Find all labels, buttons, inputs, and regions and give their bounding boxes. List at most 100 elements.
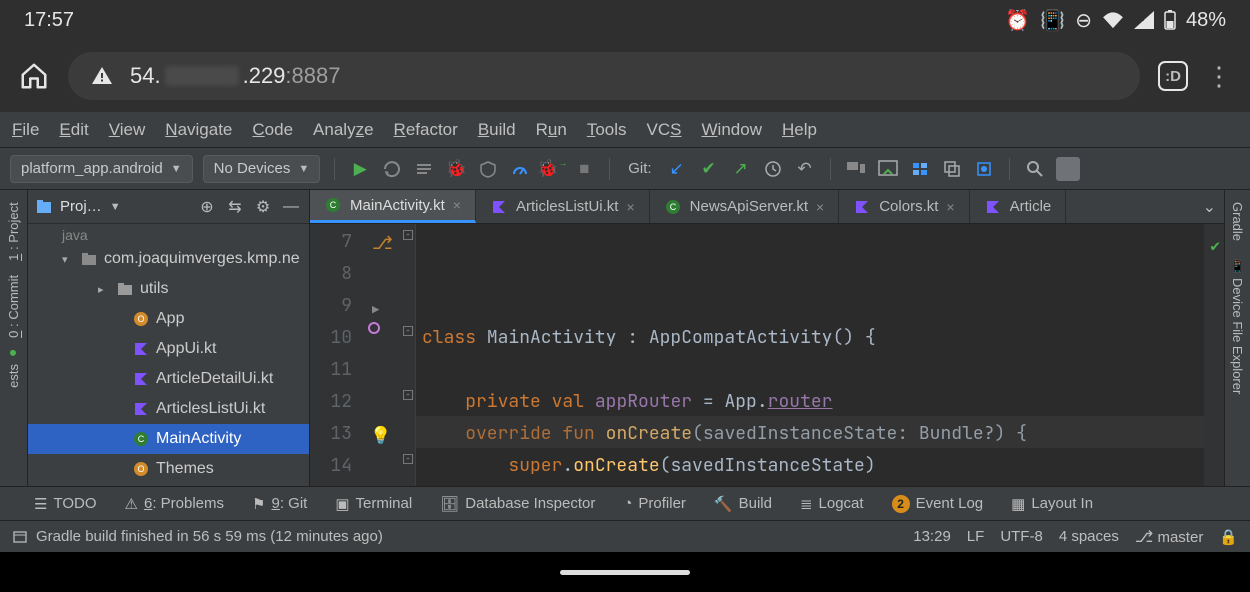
tree-row-articledetailui-kt[interactable]: ArticleDetailUi.kt [28, 364, 309, 394]
override-gutter-icon[interactable] [368, 322, 380, 334]
account-avatar-button[interactable] [1056, 157, 1080, 181]
tool-tab-commit[interactable]: 0: Commit [4, 269, 23, 362]
bottom-tab-9-git[interactable]: ⚑9: Git [252, 495, 307, 513]
menu-file[interactable]: File [12, 120, 39, 140]
intention-bulb-icon[interactable]: 💡 [370, 420, 391, 452]
code-line[interactable]: super.onCreate(savedInstanceState) [422, 450, 1204, 482]
fold-toggle[interactable]: − [403, 454, 413, 464]
bottom-tab-profiler[interactable]: ◔Profiler [623, 495, 686, 513]
fold-toggle[interactable]: − [403, 390, 413, 400]
tree-row-themes[interactable]: OThemes [28, 454, 309, 484]
tool-tab-gradle[interactable]: Gradle [1228, 196, 1247, 247]
menu-analyze[interactable]: Analyze [313, 120, 374, 140]
avd-manager-button[interactable] [845, 158, 867, 180]
scroll-from-source-button[interactable]: ⊕ [197, 197, 217, 217]
code-content[interactable]: class MainActivity : AppCompatActivity()… [416, 224, 1204, 486]
tree-row-articleslistui-kt[interactable]: ArticlesListUi.kt [28, 394, 309, 424]
profile-button[interactable] [509, 158, 531, 180]
editor-tab-colors-kt[interactable]: Colors.kt× [839, 190, 969, 223]
debug-button[interactable]: 🐞 [445, 158, 467, 180]
tab-close-button[interactable]: × [946, 199, 954, 215]
code-line[interactable]: setContent { [422, 482, 1204, 486]
sdk-manager-button[interactable] [877, 158, 899, 180]
bottom-tab-todo[interactable]: ☰TODO [34, 495, 97, 513]
apply-changes-button[interactable] [381, 158, 403, 180]
code-line[interactable]: class MainActivity : AppCompatActivity()… [422, 322, 1204, 354]
code-editor[interactable]: 7891011121314 ⎇ ▶ 💡 − − − − class MainAc… [310, 224, 1224, 486]
readonly-lock-icon[interactable]: 🔒 [1219, 528, 1238, 546]
layout-inspector-button[interactable] [941, 158, 963, 180]
collapse-button[interactable]: — [281, 197, 301, 217]
git-commit-button[interactable]: ✔ [698, 158, 720, 180]
project-tree[interactable]: java▾com.joaquimverges.kmp.ne▸utilsOAppA… [28, 224, 309, 486]
tree-row-app[interactable]: OApp [28, 304, 309, 334]
menu-tools[interactable]: Tools [587, 120, 627, 140]
git-revert-button[interactable]: ↶ [794, 158, 816, 180]
home-button[interactable] [18, 60, 50, 92]
search-everywhere-button[interactable] [1024, 158, 1046, 180]
bottom-tab-logcat[interactable]: ≣Logcat [800, 495, 864, 513]
stop-button[interactable]: ■ [573, 158, 595, 180]
editor-tab-article[interactable]: Article [970, 190, 1067, 223]
status-encoding[interactable]: UTF-8 [1000, 528, 1043, 545]
git-pull-button[interactable]: ↙ [666, 158, 688, 180]
attach-debugger-button[interactable]: 🐞→ [541, 158, 563, 180]
tool-tab-project[interactable]: 1: Project [4, 196, 23, 267]
tab-close-button[interactable]: × [816, 199, 824, 215]
tab-count-button[interactable]: :D [1158, 61, 1188, 91]
fold-toggle[interactable]: − [403, 230, 413, 240]
menu-code[interactable]: Code [252, 120, 293, 140]
tree-row-appui-kt[interactable]: AppUi.kt [28, 334, 309, 364]
gesture-nav-pill[interactable] [560, 570, 690, 575]
apply-code-button[interactable] [413, 158, 435, 180]
menu-run[interactable]: Run [536, 120, 567, 140]
editor-tabs-overflow-button[interactable]: ⌄ [1195, 190, 1224, 223]
status-indent[interactable]: 4 spaces [1059, 528, 1119, 545]
error-stripe[interactable]: ✔ [1204, 224, 1224, 486]
menu-navigate[interactable]: Navigate [165, 120, 232, 140]
menu-help[interactable]: Help [782, 120, 817, 140]
status-line-separator[interactable]: LF [967, 528, 985, 545]
bottom-tab-6-problems[interactable]: ⚠6: Problems [125, 495, 225, 513]
device-selector[interactable]: No Devices ▼ [203, 155, 321, 183]
coverage-button[interactable] [477, 158, 499, 180]
editor-tab-articleslistui-kt[interactable]: ArticlesListUi.kt× [476, 190, 650, 223]
bottom-tab-layout-in[interactable]: ▦Layout In [1011, 495, 1093, 513]
status-caret[interactable]: 13:29 [913, 528, 951, 545]
device-manager-button[interactable] [973, 158, 995, 180]
editor-tab-mainactivity-kt[interactable]: CMainActivity.kt× [310, 190, 476, 223]
menu-refactor[interactable]: Refactor [394, 120, 458, 140]
tree-row-com-joaquimverges-kmp-ne[interactable]: ▾com.joaquimverges.kmp.ne [28, 244, 309, 274]
bottom-tab-terminal[interactable]: ▣Terminal [335, 495, 412, 513]
bottom-tab-build[interactable]: 🔨Build [714, 495, 772, 513]
menu-view[interactable]: View [109, 120, 146, 140]
status-branch[interactable]: ⎇ master [1135, 527, 1203, 547]
settings-button[interactable]: ⚙ [253, 197, 273, 217]
tree-row-utils[interactable]: ▸utils [28, 274, 309, 304]
git-history-button[interactable] [762, 158, 784, 180]
tool-tab-device-file-explorer[interactable]: 📱 Device File Explorer [1228, 253, 1247, 400]
menu-build[interactable]: Build [478, 120, 516, 140]
chevron-down-icon[interactable]: ▼ [110, 201, 121, 213]
more-menu-button[interactable]: ⋮ [1206, 61, 1232, 92]
address-bar[interactable]: 54. .229:8887 [68, 52, 1140, 100]
menu-edit[interactable]: Edit [59, 120, 88, 140]
menu-window[interactable]: Window [702, 120, 762, 140]
menu-vcs[interactable]: VCS [647, 120, 682, 140]
tree-row-java[interactable]: java [28, 226, 309, 244]
editor-tab-newsapiserver-kt[interactable]: CNewsApiServer.kt× [650, 190, 840, 223]
run-button[interactable]: ▶ [349, 158, 371, 180]
tab-close-button[interactable]: × [453, 197, 461, 213]
fold-toggle[interactable]: − [403, 326, 413, 336]
bottom-tab-database-inspector[interactable]: 🗄Database Inspector [440, 495, 595, 513]
resource-manager-button[interactable] [909, 158, 931, 180]
code-line[interactable]: private val appRouter = App.router [422, 386, 1204, 418]
code-line[interactable] [422, 354, 1204, 386]
tree-row-mainactivity[interactable]: CMainActivity [28, 424, 309, 454]
git-push-button[interactable]: ↗ [730, 158, 752, 180]
tab-close-button[interactable]: × [626, 199, 634, 215]
run-config-selector[interactable]: platform_app.android ▼ [10, 155, 193, 183]
bottom-tab-event-log[interactable]: 2Event Log [892, 495, 984, 513]
expand-all-button[interactable]: ⇆ [225, 197, 245, 217]
tool-tab-tests[interactable]: ests [4, 364, 23, 394]
